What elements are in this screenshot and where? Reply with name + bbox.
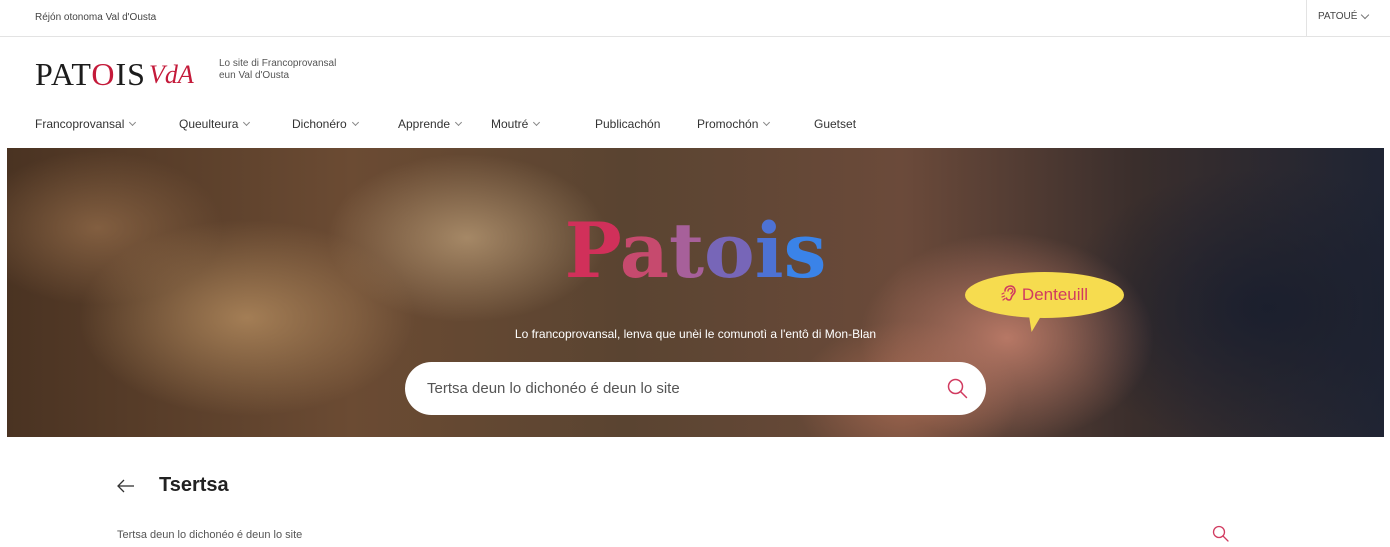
chevron-down-icon (455, 118, 463, 127)
listen-label: Denteuill (1021, 285, 1089, 304)
logo-prefix: PAT (35, 56, 92, 92)
chevron-down-icon (243, 118, 251, 127)
nav-item-guetset[interactable]: Guetset (814, 117, 856, 131)
nav-item-label: Promochón (697, 117, 759, 131)
hero-subtitle: Lo francoprovansal, lenva que unèi le co… (514, 327, 877, 341)
chevron-down-icon (533, 118, 541, 127)
chevron-down-icon (763, 118, 771, 127)
chevron-down-icon (351, 118, 359, 127)
language-divider (1306, 0, 1307, 36)
nav-item-queulteura[interactable]: Queulteura (179, 117, 251, 131)
nav-item-label: Moutré (491, 117, 529, 131)
hero-search-box (405, 362, 986, 415)
site-tagline: Lo site di Francoprovansal eun Val d'Ous… (219, 58, 336, 82)
tagline-line1: Lo site di Francoprovansal (219, 58, 337, 69)
search-result-text: Tertsa deun lo dichonéo é deun lo site (117, 529, 303, 541)
search-icon[interactable] (947, 378, 968, 399)
nav-item-label: Francoprovansal (35, 117, 125, 131)
hero-title-letter: a (619, 206, 669, 295)
hero-title-letter: P (564, 206, 620, 295)
hero-title-letter: i (754, 206, 784, 295)
language-selector[interactable]: PATOUÉ (1318, 10, 1370, 22)
chevron-down-icon (1361, 10, 1370, 20)
nav-item-label: Guetset (814, 117, 857, 131)
nav-item-promochon[interactable]: Promochón (697, 117, 771, 131)
search-icon[interactable] (1212, 525, 1229, 542)
hero-title-letter: t (668, 206, 705, 295)
page-title: Tsertsa (159, 474, 229, 496)
hero-title: Patois (7, 206, 1384, 296)
ear-icon (1001, 285, 1016, 305)
tagline-line2: eun Val d'Ousta (219, 70, 290, 81)
nav-item-label: Dichonéro (292, 117, 347, 131)
nav-item-francoprovansal[interactable]: Francoprovansal (35, 117, 137, 131)
nav-item-label: Queulteura (179, 117, 239, 131)
chevron-down-icon (129, 118, 137, 127)
arrow-left-icon[interactable] (117, 478, 135, 494)
nav-item-dichonero[interactable]: Dichonéro (292, 117, 359, 131)
hero-search-input[interactable] (427, 362, 917, 415)
nav-item-label: Publicachón (595, 117, 661, 131)
top-bar: Réjón otonoma Val d'Ousta PATOUÉ (0, 0, 1390, 37)
nav-item-publicachon[interactable]: Publicachón (595, 117, 660, 131)
site-logo[interactable]: PATOIS VdA (35, 54, 194, 90)
region-label: Réjón otonoma Val d'Ousta (35, 12, 157, 23)
listen-button[interactable]: Denteuill (965, 272, 1124, 318)
logo-wordmark: PATOIS (35, 58, 146, 90)
language-label: PATOUÉ (1318, 11, 1358, 22)
hero-title-letter: s (783, 206, 827, 295)
logo-o: O (91, 56, 116, 92)
hero-banner: Patois Lo francoprovansal, lenva que unè… (7, 148, 1384, 437)
hero-title-letter: o (704, 206, 755, 295)
logo-vda: VdA (148, 60, 194, 89)
nav-item-apprende[interactable]: Apprende (398, 117, 463, 131)
logo-suffix: IS (115, 56, 146, 92)
nav-item-label: Apprende (398, 117, 451, 131)
nav-item-moutre[interactable]: Moutré (491, 117, 541, 131)
